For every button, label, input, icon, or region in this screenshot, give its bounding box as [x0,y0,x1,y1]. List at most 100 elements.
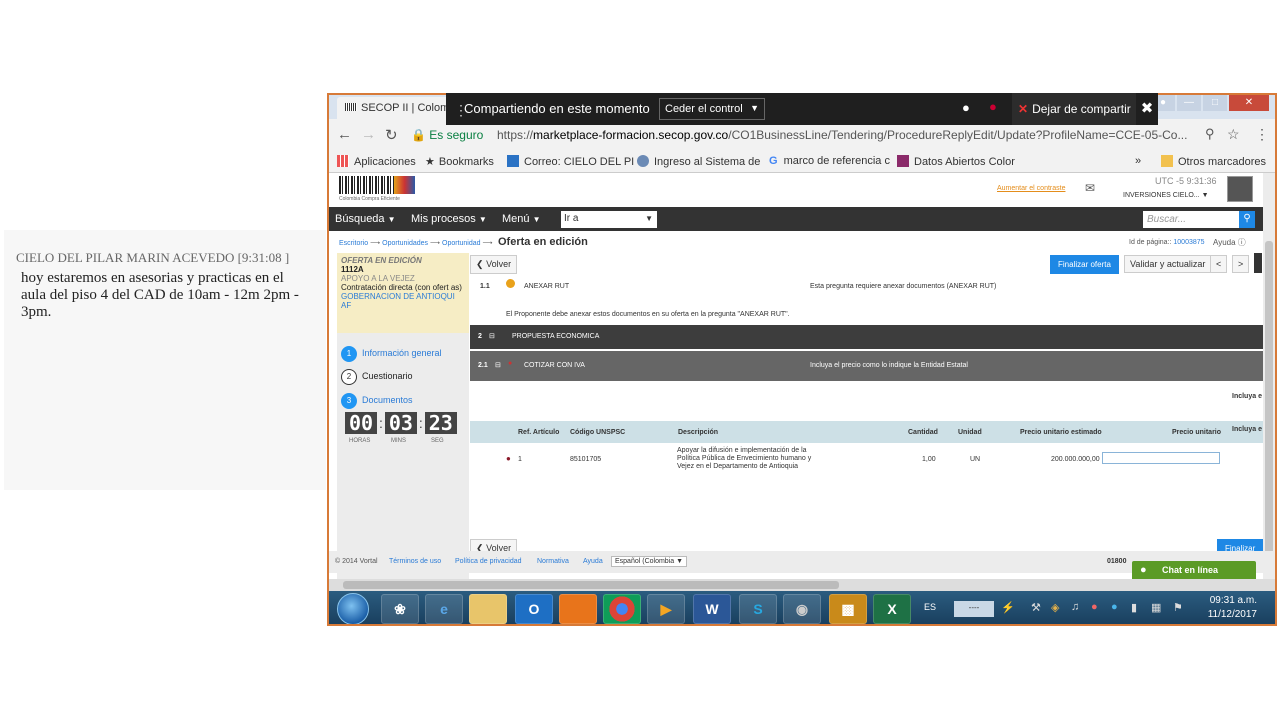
validate-update-button[interactable]: Validar y actualizar [1124,255,1212,273]
control-select[interactable]: Ceder el control ▼ [659,98,765,120]
link-ayuda[interactable]: Ayuda [583,558,603,565]
taskbar-clock[interactable]: 09:31 a.m. 11/12/2017 [1199,594,1257,622]
prev-button[interactable]: < [1210,255,1228,273]
taskbar-explorer-icon[interactable] [469,594,507,624]
company-name[interactable]: INVERSIONES CIELO... ▼ [1123,192,1209,199]
cell-unidad: UN [970,456,981,463]
back-button[interactable]: ❮ Volver [470,255,518,274]
page-id-value[interactable]: 10003875 [1173,239,1204,246]
tray-shield-icon[interactable]: ◈ [1051,601,1059,614]
scroll-thumb[interactable] [1265,241,1273,559]
menu-mis-procesos[interactable]: Mis procesos ▼ [411,213,487,225]
horizontal-scrollbar[interactable] [329,579,1275,591]
secure-label: Es seguro [429,128,484,142]
star-icon[interactable]: ☆ [1227,126,1240,143]
taskbar-firefox-icon[interactable] [559,594,597,624]
collapse-icon[interactable]: ⊟ [495,361,501,369]
stop-sharing-button[interactable]: ✕ Dejar de compartir [1012,93,1136,125]
logo-color-block [394,176,415,194]
menu-busqueda[interactable]: Búsqueda ▼ [335,213,396,225]
vertical-scrollbar[interactable] [1263,173,1275,579]
search-icon[interactable]: ⚲ [1239,211,1255,228]
taskbar-app-paint-icon[interactable]: ❀ [381,594,419,624]
bookmark-ingreso[interactable]: Ingreso al Sistema de [637,155,760,168]
avatar[interactable] [1227,176,1253,202]
chat-panel [4,230,326,490]
breadcrumb-escritorio[interactable]: Escritorio [339,240,368,247]
breadcrumb-oportunidades[interactable]: Oportunidades [382,240,428,247]
tools-icon[interactable]: ✖ [1136,93,1158,125]
taskbar-excel-icon[interactable]: X [873,594,911,624]
bookmark-label: Ingreso al Sistema de [654,156,761,168]
tray-app-icon[interactable]: ● [1091,601,1098,613]
taskbar-ie-icon[interactable]: e [425,594,463,624]
section-propuesta-economica[interactable]: 2 ⊟ PROPUESTA ECONOMICA [470,325,1264,349]
menu-dots-icon[interactable]: ⋮ [1255,126,1269,143]
help-link[interactable]: Ayuda ⓘ [1213,237,1246,248]
online-chat-button[interactable]: ● Chat en línea [1132,561,1256,581]
taskbar-word-icon[interactable]: W [693,594,731,624]
browser-tab[interactable]: SECOP II | Colomb [337,97,449,119]
bookmarks-overflow[interactable]: » [1135,155,1141,167]
tray-flag-icon[interactable]: ⚑ [1173,601,1183,614]
tray-network-icon[interactable]: ▦ [1151,601,1161,614]
language-value: Español (Colombia [615,558,675,565]
forward-arrow-icon[interactable]: → [361,126,376,143]
mail-icon[interactable]: ✉ [1085,181,1095,195]
bookmark-datos[interactable]: Datos Abiertos Color [897,155,1015,168]
taskbar-skype-icon[interactable]: S [739,594,777,624]
url-bar[interactable]: https://marketplace-formacion.secop.gov.… [497,128,1197,142]
step-informacion-general[interactable]: 1 Información general [341,346,442,362]
cell-desc-line2: Política Pública de Envecimiento humano … [677,455,812,462]
tray-language[interactable]: ES [924,602,936,612]
chat-bubble-icon[interactable]: ● [962,100,970,115]
taskbar-outlook-icon[interactable]: O [515,594,553,624]
taskbar-media-icon[interactable]: ▶ [647,594,685,624]
goto-select[interactable]: Ir a ▼ [561,211,657,228]
bookmark-bookmarks[interactable]: ★ Bookmarks [425,155,494,168]
brand-logo[interactable]: Colombia Compra Eficiente [339,176,419,202]
zoom-icon[interactable]: ⚲ [1205,126,1215,142]
taskbar-chrome-icon[interactable] [603,594,641,624]
reload-icon[interactable]: ↻ [385,126,398,144]
bookmark-apps[interactable]: Aplicaciones [337,155,416,168]
tray-plug-icon[interactable]: ⚡ [1001,601,1015,614]
section-cotizar-con-iva[interactable]: 2.1 ⊟ ● COTIZAR CON IVA Incluya el preci… [470,351,1264,381]
taskbar-app-icon[interactable]: ▩ [829,594,867,624]
contrast-link[interactable]: Aumentar el contraste [997,185,1065,192]
tray-input-box[interactable]: ---- [954,601,994,617]
bookmark-marco[interactable]: Gmarco de referencia c [769,155,890,167]
step-documentos[interactable]: 3 Documentos [341,393,413,409]
tray-volume-icon[interactable]: ♫ [1071,601,1079,613]
menu-menu[interactable]: Menú ▼ [502,213,541,225]
unit-price-input[interactable] [1102,452,1220,464]
bookmark-otros[interactable]: Otros marcadores [1161,155,1266,168]
offer-entity[interactable]: GOBERNACION DE ANTIOQUI AF [341,292,465,310]
maximize-button[interactable]: □ [1203,95,1227,111]
minimize-button[interactable]: — [1177,95,1201,111]
offer-title: APOYO A LA VEJEZ [341,274,415,283]
chevron-down-icon: ▼ [750,103,759,113]
link-normativa[interactable]: Normativa [537,558,569,565]
breadcrumb-oportunidad[interactable]: Oportunidad [442,240,481,247]
finalize-offer-button[interactable]: Finalizar oferta [1050,255,1119,274]
step-cuestionario[interactable]: 2 Cuestionario [341,369,413,385]
next-button[interactable]: > [1232,255,1250,273]
search-input[interactable]: Buscar... [1143,211,1239,228]
back-arrow-icon[interactable]: ← [337,126,352,143]
language-select[interactable]: Español (Colombia ▼ [611,556,688,567]
secure-indicator[interactable]: 🔒 Es seguro [411,128,483,142]
scroll-thumb[interactable] [343,581,839,589]
start-button[interactable] [337,593,369,624]
outlook-icon [507,155,519,167]
bookmark-correo[interactable]: Correo: CIELO DEL PI [507,155,634,168]
cell-desc-line3: Vejez en el Departamento de Antioquia [677,463,799,470]
link-privacidad[interactable]: Política de privacidad [455,558,522,565]
tray-tool-icon[interactable]: ⚒ [1031,601,1041,614]
tray-skype-icon[interactable]: ● [1111,601,1118,613]
collapse-icon[interactable]: ⊟ [489,332,495,340]
close-button[interactable]: ✕ [1229,95,1269,111]
tray-device-icon[interactable]: ▮ [1131,601,1137,614]
taskbar-app-icon[interactable]: ◉ [783,594,821,624]
link-terminos[interactable]: Términos de uso [389,558,441,565]
